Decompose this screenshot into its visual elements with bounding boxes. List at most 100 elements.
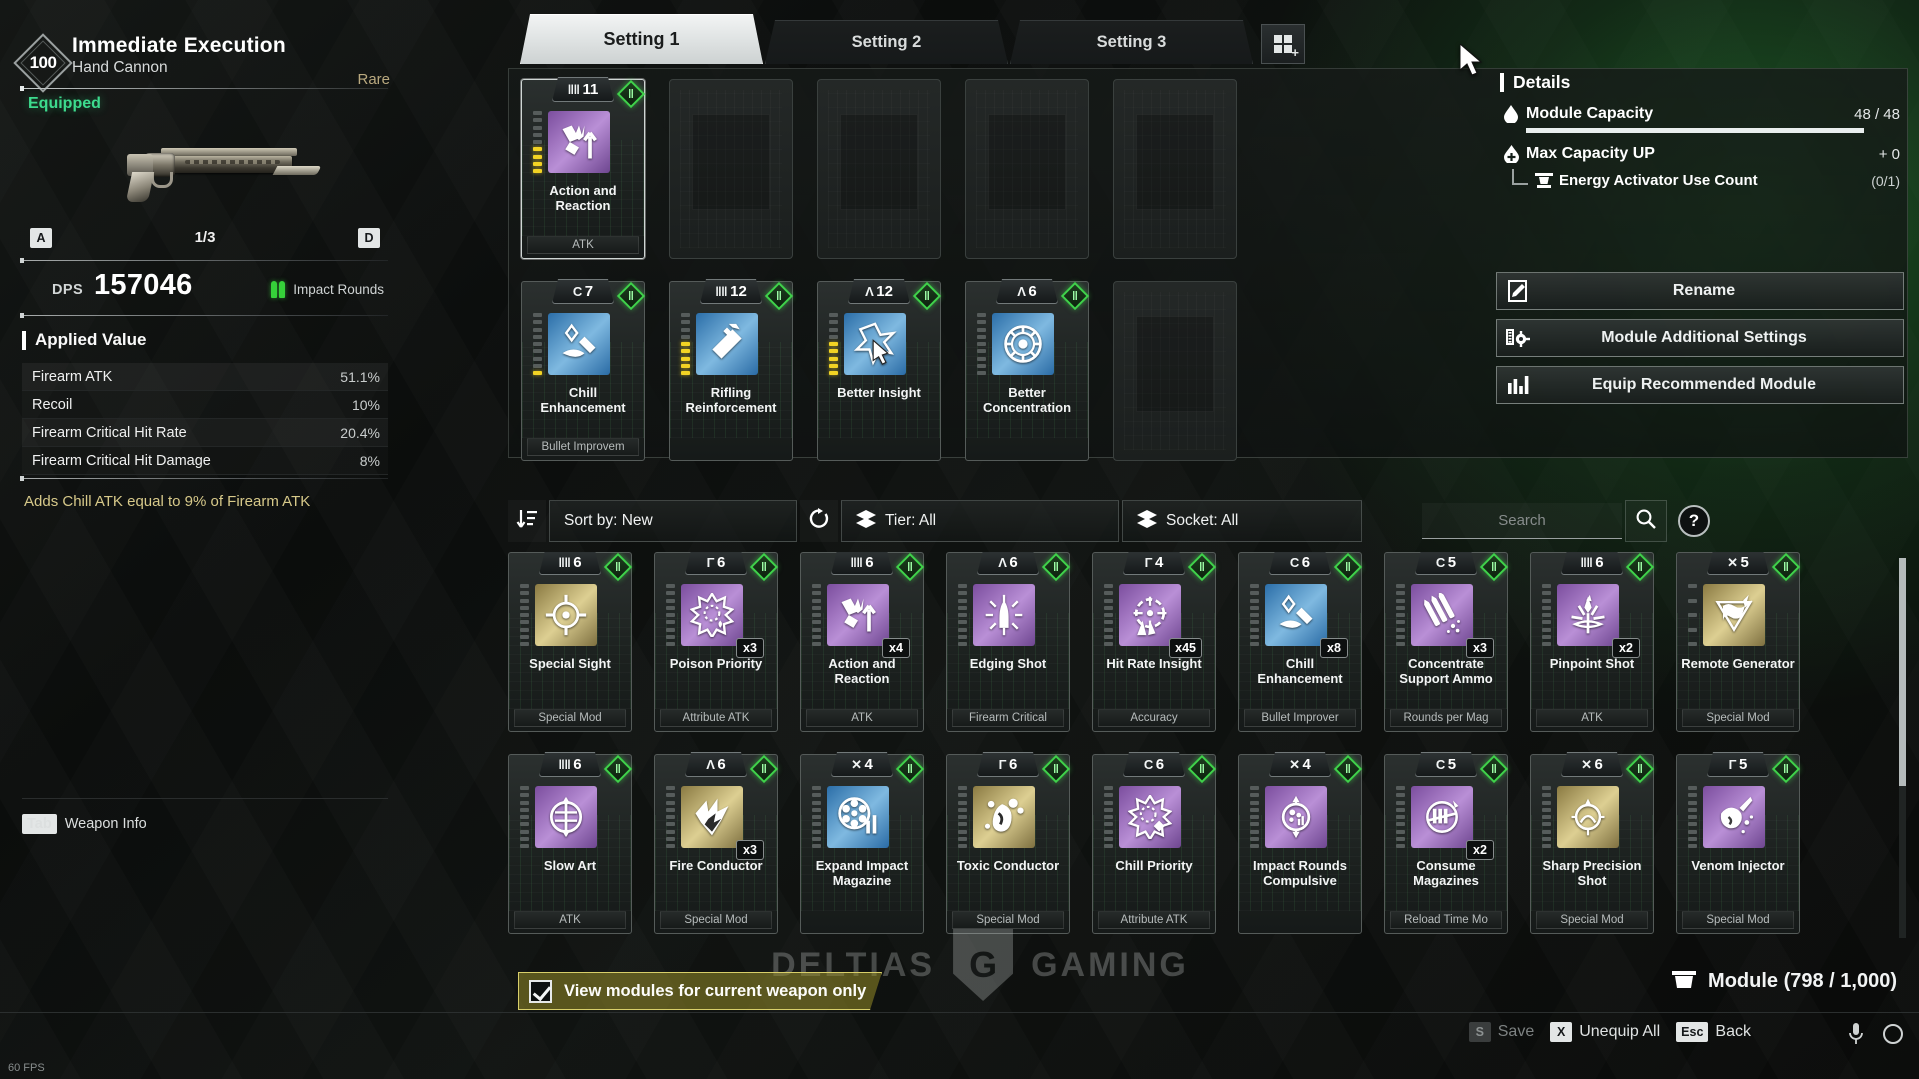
view-current-weapon-toggle[interactable]: View modules for current weapon only bbox=[518, 972, 882, 1010]
hand-cannon-art bbox=[125, 140, 322, 202]
module-name: Venom Injector bbox=[1691, 858, 1785, 873]
toxic-conductor-icon bbox=[973, 786, 1035, 848]
setting-tabs[interactable]: Setting 1 Setting 2 Setting 3 + bbox=[520, 14, 1305, 64]
module-cost-tag: ✕ 4 bbox=[831, 752, 893, 777]
module-card[interactable]: C 6 ‖ x8 Chill Enhancement Bullet Improver bbox=[1238, 552, 1363, 732]
save-label: Save bbox=[1497, 1023, 1535, 1040]
socket-type-icon: ‖ bbox=[1625, 754, 1655, 784]
tab-key: Tab bbox=[22, 814, 57, 834]
module-card[interactable]: Λ 6 ‖ Better Concentration bbox=[965, 281, 1090, 461]
pin-strip bbox=[1396, 786, 1405, 848]
rename-button[interactable]: Rename bbox=[1496, 272, 1904, 310]
module-cost-tag: Λ6 bbox=[977, 552, 1039, 575]
footer-shortcuts: S Save X Unequip All Esc Back bbox=[1468, 1022, 1751, 1042]
module-card[interactable]: ✕ 4 ‖ Expand Impact Magazine bbox=[800, 752, 925, 934]
save-shortcut[interactable]: S Save bbox=[1468, 1022, 1535, 1042]
back-key: Esc bbox=[1676, 1022, 1709, 1042]
module-capacity-bar bbox=[1526, 128, 1864, 133]
module-cost-value: 5 bbox=[1738, 756, 1748, 773]
module-card[interactable]: C 5 ‖ x2 Consume Magazines Reload Time Mo bbox=[1384, 752, 1509, 934]
back-label: Back bbox=[1715, 1023, 1751, 1040]
module-cost-symbol: Γ bbox=[998, 757, 1006, 772]
empty-module-slot[interactable] bbox=[669, 79, 793, 259]
tier-filter-dropdown[interactable]: Tier: All bbox=[841, 500, 1119, 542]
reset-filters-button[interactable] bbox=[800, 500, 838, 542]
help-button[interactable]: ? bbox=[1678, 505, 1710, 537]
inventory-scrollbar[interactable] bbox=[1899, 558, 1906, 938]
module-card[interactable]: Γ 6 ‖ Toxic Conductor Special Mod bbox=[946, 754, 1071, 934]
module-card[interactable]: C 5 ‖ x3 Concentrate Support Ammo Rounds per … bbox=[1384, 552, 1509, 732]
empty-module-slot[interactable] bbox=[1113, 281, 1237, 461]
module-card[interactable]: ✕ 4 ‖ Impact Rounds Compulsive bbox=[1238, 752, 1363, 934]
max-capacity-value: + 0 bbox=[1878, 145, 1900, 163]
module-card[interactable]: Λ 6 ‖ Edging Shot Firearm Critical bbox=[946, 552, 1071, 732]
module-name: Poison Priority bbox=[669, 656, 763, 671]
module-cost-symbol: ‖‖ bbox=[567, 82, 580, 97]
empty-module-slot[interactable] bbox=[817, 79, 941, 259]
module-card[interactable]: ✕ 5 ‖ Remote Generator Special Mod bbox=[1676, 552, 1801, 732]
socket-filter-dropdown[interactable]: Socket: All bbox=[1122, 500, 1362, 542]
module-cost-tag: ✕ 4 bbox=[1269, 752, 1331, 777]
support-ammo-icon bbox=[1411, 584, 1473, 646]
checkbox-icon[interactable] bbox=[529, 980, 552, 1003]
module-card[interactable]: Γ 5 ‖ Venom Injector Special Mod bbox=[1676, 754, 1801, 934]
module-cost-tag: ✕ 5 bbox=[1707, 552, 1769, 575]
unequip-all-key: X bbox=[1550, 1022, 1573, 1042]
next-weapon-key[interactable]: D bbox=[358, 228, 380, 248]
module-category: Bullet Improvem bbox=[527, 438, 639, 456]
module-cost-tag: C5 bbox=[1415, 752, 1477, 777]
sort-direction-button[interactable] bbox=[508, 500, 546, 542]
module-card[interactable]: Γ 4 ‖ x45 Hit Rate Insight Accuracy bbox=[1092, 552, 1217, 732]
module-name: Slow Art bbox=[543, 858, 597, 873]
module-name: Sharp Precision Shot bbox=[1542, 858, 1642, 889]
tab-setting-2[interactable]: Setting 2 bbox=[765, 20, 1008, 64]
unequip-all-shortcut[interactable]: X Unequip All bbox=[1550, 1022, 1660, 1042]
equip-recommended-module-button[interactable]: Equip Recommended Module bbox=[1496, 366, 1904, 404]
module-additional-settings-button[interactable]: Module Additional Settings bbox=[1496, 319, 1904, 357]
module-name: Toxic Conductor bbox=[956, 858, 1060, 873]
module-name: Chill Enhancement bbox=[1257, 656, 1343, 687]
weapon-info-hint[interactable]: Tab Weapon Info bbox=[22, 814, 147, 834]
socket-type-icon: ‖ bbox=[1479, 754, 1509, 784]
module-card[interactable]: Γ 6 ‖ x3 Poison Priority Attribute ATK bbox=[654, 552, 779, 732]
empty-module-slot[interactable] bbox=[1113, 79, 1237, 259]
module-card[interactable]: ‖‖ 12 ‖ Rifling Reinforcement bbox=[669, 281, 794, 461]
scrollbar-thumb[interactable] bbox=[1899, 558, 1906, 786]
search-input[interactable]: Search bbox=[1422, 503, 1622, 539]
module-card[interactable]: Λ 6 ‖ x3 Fire Conductor Special Mod bbox=[654, 752, 779, 934]
pin-strip bbox=[1688, 786, 1697, 848]
pin-strip bbox=[812, 786, 821, 848]
socket-type-icon: ‖ bbox=[1187, 754, 1217, 784]
module-card[interactable]: ‖‖ 11 ‖ Action and Reaction ATK bbox=[521, 79, 646, 259]
action-reaction-icon bbox=[827, 584, 889, 646]
module-card[interactable]: C 7 ‖ Chill Enhancement Bullet Improvem bbox=[521, 281, 646, 461]
empty-module-slot[interactable] bbox=[965, 79, 1089, 259]
hit-rate-icon bbox=[1119, 584, 1181, 646]
module-quantity: x2 bbox=[1612, 638, 1640, 658]
module-card[interactable]: Λ 12 ‖ Better Insight bbox=[817, 281, 942, 461]
microphone-icon[interactable] bbox=[1842, 1020, 1870, 1048]
tab-setting-3[interactable]: Setting 3 bbox=[1010, 20, 1253, 64]
socket-type-icon: ‖ bbox=[1479, 552, 1509, 582]
module-cost-value: 6 bbox=[1009, 554, 1018, 571]
module-category: Attribute ATK bbox=[660, 709, 772, 727]
module-cost-tag: Λ6 bbox=[685, 752, 747, 777]
module-card[interactable]: C 6 ‖ Chill Priority Attribute ATK bbox=[1092, 754, 1217, 934]
weapon-info-label: Weapon Info bbox=[64, 816, 147, 832]
back-shortcut[interactable]: Esc Back bbox=[1676, 1022, 1751, 1042]
module-cost-value: 7 bbox=[584, 283, 594, 300]
module-card[interactable]: ‖‖ 6 ‖ Slow Art ATK bbox=[508, 754, 633, 934]
sort-by-dropdown[interactable]: Sort by: New bbox=[549, 500, 797, 542]
module-card[interactable]: ‖‖ 6 ‖ Special Sight Special Mod bbox=[508, 552, 633, 732]
bar-chart-icon bbox=[1497, 374, 1539, 396]
module-card[interactable]: ‖‖ 6 ‖ x2 Pinpoint Shot ATK bbox=[1530, 552, 1655, 732]
circle-icon[interactable] bbox=[1879, 1020, 1907, 1048]
stat-value: 8% bbox=[359, 452, 380, 469]
tab-setting-1[interactable]: Setting 1 bbox=[520, 14, 763, 64]
module-card[interactable]: ‖‖ 6 ‖ x4 Action and Reaction ATK bbox=[800, 552, 925, 732]
module-inventory[interactable]: ‖‖ 6 ‖ Special Sight Special Mod Γ 6 ‖ x3 Poison … bbox=[508, 552, 1908, 952]
module-card[interactable]: ✕ 6 ‖ Sharp Precision Shot Special Mod bbox=[1530, 754, 1655, 934]
search-button[interactable] bbox=[1625, 500, 1667, 542]
module-cost-symbol: Λ bbox=[865, 284, 874, 299]
add-setting-button[interactable]: + bbox=[1261, 24, 1305, 64]
